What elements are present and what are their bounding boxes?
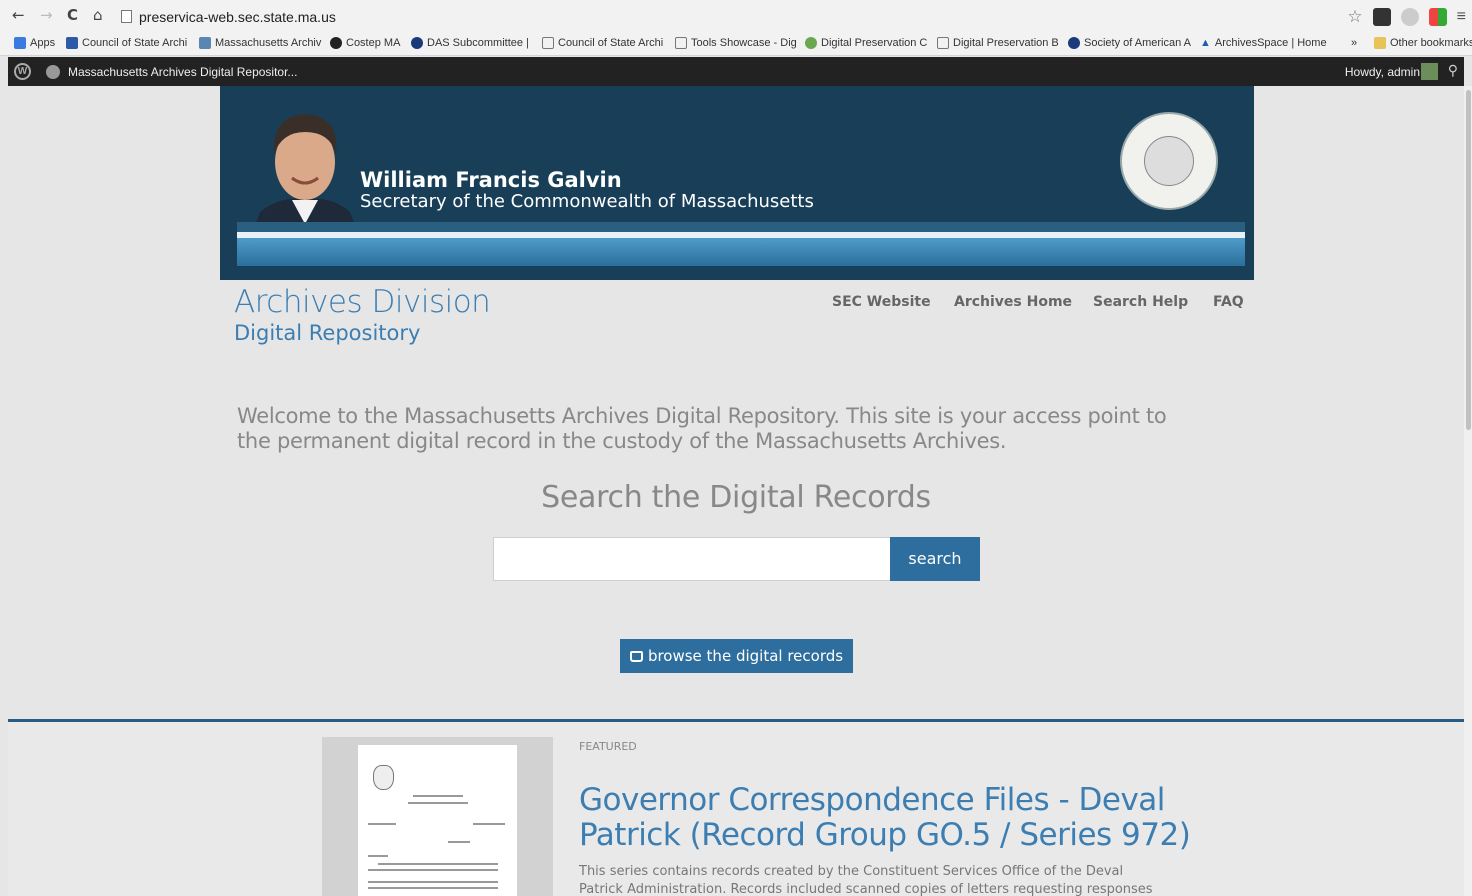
folder-icon [1374, 37, 1386, 49]
scrollbar-thumb[interactable] [1466, 90, 1471, 430]
featured-title[interactable]: Governor Correspondence Files - Deval Pa… [579, 783, 1199, 853]
site-icon [1068, 37, 1080, 49]
nav-archives-home[interactable]: Archives Home [954, 294, 1072, 310]
bookmarks-overflow[interactable]: » [1351, 37, 1357, 49]
home-icon[interactable]: ⌂ [93, 6, 103, 24]
search-input[interactable] [493, 537, 891, 581]
other-bookmarks[interactable]: Other bookmarks [1374, 37, 1472, 49]
search-heading: Search the Digital Records [541, 480, 931, 515]
extension-icon[interactable] [1400, 8, 1419, 26]
bookmark-item[interactable]: DAS Subcommittee | [411, 37, 529, 49]
forward-arrow-icon[interactable]: → [40, 6, 53, 24]
globe-icon [805, 37, 817, 49]
bookmark-item[interactable]: Massachusetts Archiv [199, 37, 321, 49]
page-icon [675, 37, 687, 49]
welcome-text: Welcome to the Massachusetts Archives Di… [237, 404, 1167, 453]
page-icon [121, 10, 132, 23]
site-subtitle: Digital Repository [234, 321, 421, 345]
building-icon [199, 37, 211, 49]
featured-label: FEATURED [579, 740, 637, 753]
header-banner: William Francis Galvin Secretary of the … [220, 86, 1254, 280]
state-seal-icon [1120, 112, 1218, 210]
dashboard-icon [46, 65, 60, 79]
bookmark-item[interactable]: Council of State Archi [66, 37, 187, 49]
admin-site-name[interactable]: Massachusetts Archives Digital Repositor… [68, 65, 297, 79]
bookmark-item[interactable]: ▲ ArchivesSpace | Home [1200, 37, 1327, 49]
nav-search-help[interactable]: Search Help [1093, 294, 1188, 310]
secretary-name: William Francis Galvin [360, 168, 622, 192]
browse-button[interactable]: browse the digital records [620, 639, 853, 673]
extension-icon[interactable] [1372, 8, 1391, 26]
bookmark-apps[interactable]: Apps [14, 37, 55, 49]
site-title[interactable]: Archives Division [234, 284, 491, 320]
page-icon [542, 37, 554, 49]
browser-toolbar: ← → C ⌂ preservica-web.sec.state.ma.us ☆… [0, 0, 1472, 33]
menu-icon[interactable]: ≡ [1457, 8, 1466, 26]
bookmark-item[interactable]: Council of State Archi [542, 37, 663, 49]
nav-faq[interactable]: FAQ [1213, 294, 1244, 310]
site-icon [411, 37, 423, 49]
secretary-title: Secretary of the Commonwealth of Massach… [360, 191, 814, 212]
search-button[interactable]: search [890, 537, 980, 581]
avatar[interactable] [1421, 63, 1438, 80]
bookmark-item[interactable]: Tools Showcase - Dig [675, 37, 797, 49]
wp-admin-bar: W Massachusetts Archives Digital Reposit… [8, 57, 1464, 86]
search-icon[interactable]: ⚲ [1448, 62, 1458, 79]
seal-icon [373, 765, 394, 790]
howdy-admin[interactable]: Howdy, admin [1345, 65, 1420, 79]
bookmark-item[interactable]: Digital Preservation C [805, 37, 927, 49]
bookmark-item[interactable]: Costep MA [330, 37, 400, 49]
back-arrow-icon[interactable]: ← [12, 6, 25, 24]
bookmarks-bar: Apps Council of State Archi Massachusett… [0, 33, 1472, 56]
site-icon [330, 37, 342, 49]
nav-sec-website[interactable]: SEC Website [832, 294, 931, 310]
portrait-image [250, 114, 360, 239]
archivesspace-icon: ▲ [1200, 37, 1211, 49]
reload-icon[interactable]: C [67, 6, 78, 24]
page-icon [937, 37, 949, 49]
extension-icon[interactable] [1428, 8, 1447, 26]
bookmark-star-icon[interactable]: ☆ [1347, 7, 1362, 27]
bookmark-item[interactable]: Society of American A [1068, 37, 1191, 49]
address-bar[interactable]: preservica-web.sec.state.ma.us [139, 9, 336, 25]
inbox-icon [629, 650, 643, 662]
wordpress-icon[interactable]: W [14, 63, 31, 80]
bookmark-item[interactable]: Digital Preservation B [937, 37, 1059, 49]
featured-description: This series contains records created by … [579, 864, 1153, 896]
document-thumbnail[interactable] [358, 745, 517, 896]
apps-icon [14, 37, 26, 49]
building-icon [66, 37, 78, 49]
